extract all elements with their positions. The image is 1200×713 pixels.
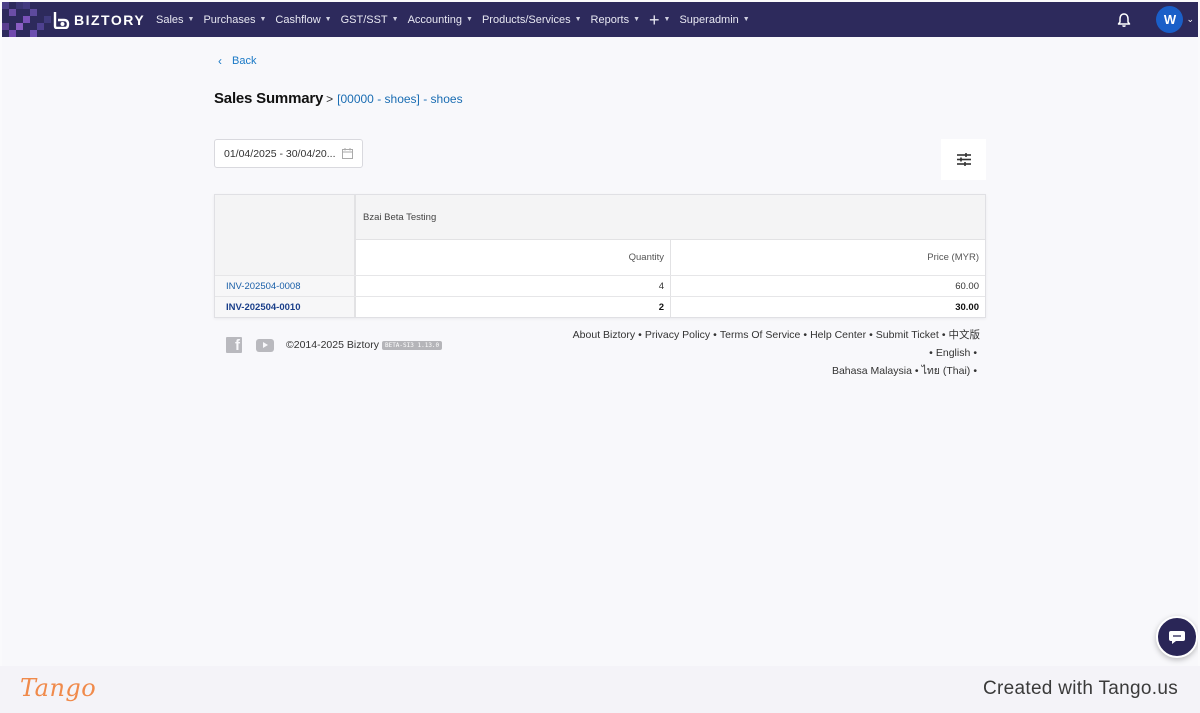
menu-quick-add[interactable]: + ▼ [649,11,670,29]
column-header-price: Price (MYR) [927,252,979,263]
tango-footer-bar: Tango Created with Tango.us [0,666,1200,713]
bullet-separator: • [713,329,717,341]
breadcrumb-product-link[interactable]: [00000 - shoes] - shoes [337,92,462,106]
invoice-link[interactable]: INV-202504-0008 [215,276,356,296]
menu-cashflow[interactable]: Cashflow ▼ [275,14,331,26]
caret-down-icon: ▼ [259,16,267,23]
footer-link-english[interactable]: English [936,347,970,359]
app-window: BIZTORY Sales ▼ Purchases ▼ Cashflow ▼ GST/… [2,2,1198,666]
chevron-down-icon[interactable]: ⌄ [1186,14,1194,25]
biztory-logo-icon [53,11,70,29]
sales-summary-table: Bzai Beta Testing Quantity Price (MYR) I… [214,194,986,318]
plus-icon: + [649,9,660,30]
bullet-separator: • [929,347,933,359]
menu-reports-label: Reports [590,13,630,26]
quantity-cell: 2 [356,297,671,317]
column-subheaders: Quantity Price (MYR) [356,240,985,275]
footer-link-terms[interactable]: Terms Of Service [720,329,801,341]
caret-down-icon: ▼ [324,16,332,23]
caret-down-icon: ▼ [633,16,641,23]
youtube-icon[interactable] [256,338,274,352]
top-navbar: BIZTORY Sales ▼ Purchases ▼ Cashflow ▼ GST/… [2,2,1198,37]
menu-gst-sst-label: GST/SST [340,13,388,26]
copyright-text: ©2014-2025 Biztory [286,339,379,351]
bullet-separator: • [803,329,808,341]
nav-right: W ⌄ [1116,2,1198,37]
footer-link-help[interactable]: Help Center [810,329,866,341]
column-group-title: Bzai Beta Testing [356,195,985,240]
bullet-separator: • [973,365,977,377]
column-group: Bzai Beta Testing Quantity Price (MYR) [356,195,985,275]
menu-superadmin[interactable]: Superadmin ▼ [679,14,749,26]
main-menu: Sales ▼ Purchases ▼ Cashflow ▼ GST/SST ▼ Acc… [156,2,759,37]
page-title: Sales Summary [214,90,324,107]
caret-down-icon: ▼ [663,16,671,23]
chevron-left-icon: ‹ [218,54,222,68]
bullet-separator: • [638,329,642,341]
tango-logo: Tango [20,674,97,702]
facebook-icon[interactable]: f [226,337,242,353]
price-cell: 60.00 [955,280,979,292]
bullet-separator: • [914,365,919,377]
chat-bubble-icon [1169,630,1185,644]
back-link[interactable]: ‹ Back [218,54,256,68]
breadcrumb-separator: > [326,92,334,106]
column-header-quantity: Quantity [356,240,671,275]
social-links: f ©2014-2025 Biztory BETA-SI3 1.13.0 [226,337,443,353]
sliders-icon [956,153,971,166]
footer-link-chinese[interactable]: 中文版 [949,329,981,341]
caret-down-icon: ▼ [391,16,399,23]
quantity-cell: 4 [356,276,671,296]
table-header: Bzai Beta Testing Quantity Price (MYR) [215,195,985,275]
footer-link-about[interactable]: About Biztory [573,329,635,341]
brand-logo[interactable]: BIZTORY [2,2,150,37]
menu-purchases[interactable]: Purchases ▼ [203,14,266,26]
price-cell: 30.00 [955,301,979,313]
table-row: INV-202504-0008 4 60.00 [215,275,985,296]
bullet-separator: • [869,329,873,341]
menu-purchases-label: Purchases [203,13,256,26]
menu-sales-label: Sales [156,13,184,26]
tango-credit-text: Created with Tango.us [982,678,1178,699]
footer-links: About Biztory • Privacy Policy • Terms Of Se… [540,326,980,380]
footer-link-thai[interactable]: ไทย (Thai) [922,365,971,377]
menu-accounting[interactable]: Accounting ▼ [408,14,473,26]
footer-link-ticket[interactable]: Submit Ticket [876,329,939,341]
brand-name: BIZTORY [74,11,146,28]
menu-cashflow-label: Cashflow [275,13,321,26]
menu-gst-sst[interactable]: GST/SST ▼ [341,14,399,26]
chat-support-button[interactable] [1156,616,1198,658]
footer-link-privacy[interactable]: Privacy Policy [645,329,710,341]
menu-products-services[interactable]: Products/Services ▼ [482,14,582,26]
filter-settings-button[interactable] [941,139,986,180]
calendar-icon [342,148,353,159]
back-label: Back [232,55,257,67]
bell-icon[interactable] [1116,12,1132,28]
footer-link-malay[interactable]: Bahasa Malaysia [832,365,912,377]
menu-reports[interactable]: Reports ▼ [591,14,640,26]
page-title-row: Sales Summary > [00000 - shoes] - shoes [214,90,463,107]
menu-accounting-label: Accounting [407,13,463,26]
menu-sales[interactable]: Sales ▼ [156,14,194,26]
caret-down-icon: ▼ [187,16,195,23]
menu-superadmin-label: Superadmin [679,13,739,26]
caret-down-icon: ▼ [466,16,473,23]
user-avatar[interactable]: W [1156,6,1184,33]
page-footer: f ©2014-2025 Biztory BETA-SI3 1.13.0 Abo… [214,322,986,377]
caret-down-icon: ▼ [742,16,750,23]
table-corner-cell [215,195,356,275]
invoice-link[interactable]: INV-202504-0010 [215,297,356,317]
date-range-input[interactable]: 01/04/2025 - 30/04/20... [214,139,363,168]
version-badge: BETA-SI3 1.13.0 [381,340,443,350]
table-row: INV-202504-0010 2 30.00 [215,296,985,317]
bullet-separator: • [941,329,946,341]
date-range-value: 01/04/2025 - 30/04/20... [224,147,336,160]
caret-down-icon: ▼ [574,16,582,23]
menu-products-services-label: Products/Services [481,13,571,26]
bullet-separator: • [973,347,977,359]
